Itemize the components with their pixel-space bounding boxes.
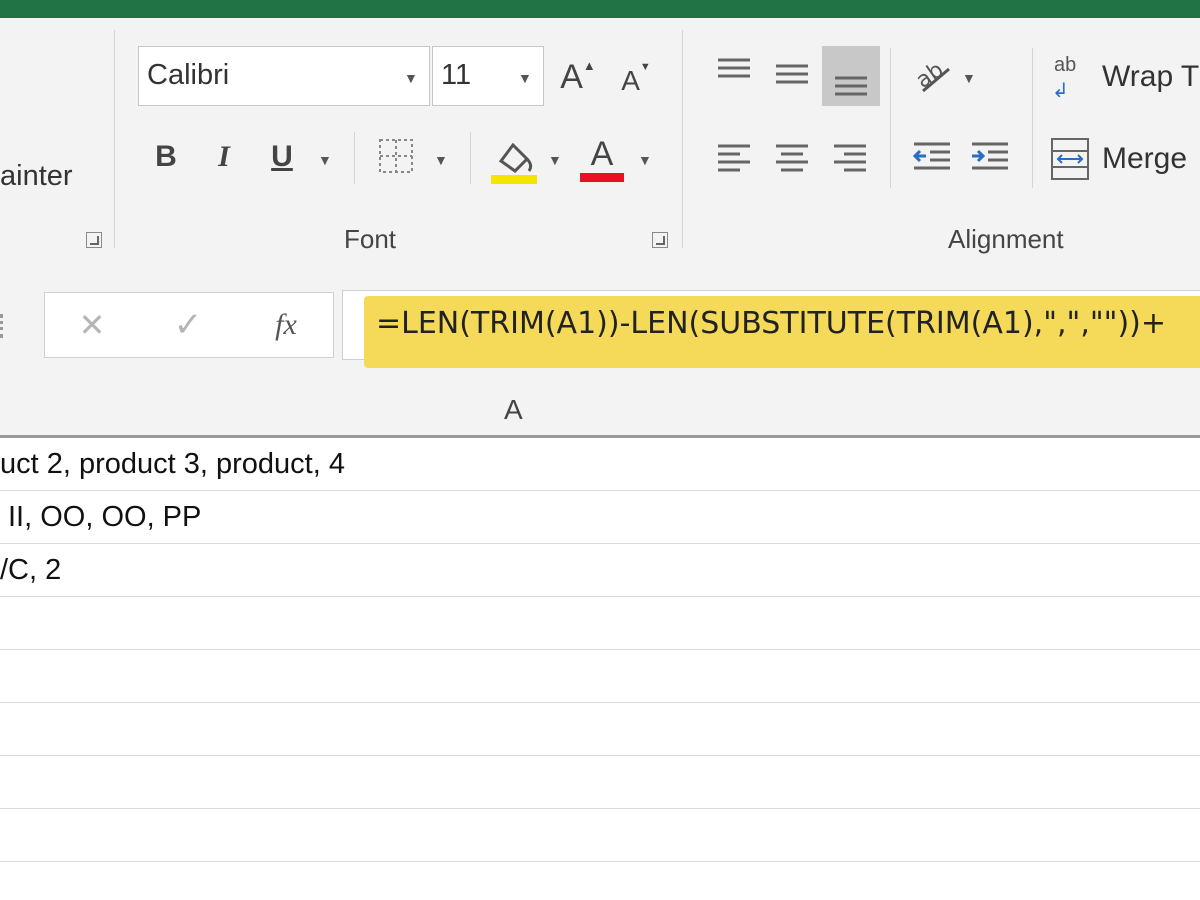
grow-font-caret: ▲ (582, 57, 596, 73)
table-row[interactable]: uct 2, product 3, product, 4 (0, 438, 1200, 491)
table-row[interactable] (0, 597, 1200, 650)
font-name-value: Calibri (147, 59, 230, 91)
font-name-dropdown-icon[interactable]: ▼ (404, 70, 418, 86)
paint-bucket-icon (491, 142, 537, 184)
bottom-align-icon (835, 76, 867, 96)
underline-dropdown-icon[interactable]: ▼ (318, 152, 332, 168)
font-name-box[interactable]: Calibri (138, 46, 430, 106)
borders-button[interactable] (376, 136, 416, 176)
table-row[interactable] (0, 703, 1200, 756)
orientation-button[interactable]: ab (906, 48, 960, 98)
increase-indent-button[interactable] (964, 130, 1016, 186)
cancel-entry-button[interactable]: ✕ (66, 300, 118, 350)
title-bar (0, 0, 1200, 18)
clipboard-dialog-launcher[interactable] (86, 232, 102, 248)
align-center-icon (776, 144, 808, 172)
font-color-dropdown-icon[interactable]: ▼ (638, 152, 652, 168)
formula-input[interactable]: =LEN(TRIM(A1))-LEN(SUBSTITUTE(TRIM(A1),"… (376, 306, 1166, 341)
merge-center-button[interactable]: Merge (1050, 132, 1200, 186)
bottom-align-button[interactable] (822, 46, 880, 106)
align-right-button[interactable] (824, 130, 876, 186)
check-icon: ✓ (173, 306, 203, 344)
shrink-font-icon: A (621, 65, 640, 96)
grow-font-button[interactable]: A ▲ (556, 52, 600, 102)
increase-indent-icon (972, 142, 1008, 170)
font-color-swatch (580, 172, 624, 182)
font-size-dropdown-icon[interactable]: ▼ (518, 70, 532, 86)
table-row[interactable]: /C, 2 (0, 544, 1200, 597)
align-right-icon (834, 144, 866, 172)
top-align-icon (718, 58, 750, 78)
grow-font-icon: A (560, 57, 583, 96)
wrap-text-button[interactable]: ab ↲ Wrap T (1050, 50, 1200, 104)
table-row[interactable] (0, 756, 1200, 809)
middle-align-icon (776, 64, 808, 84)
format-painter-label[interactable]: ainter (0, 160, 73, 193)
top-align-button[interactable] (708, 44, 760, 100)
group-separator (114, 30, 115, 248)
group-separator-font (682, 30, 683, 248)
font-size-value: 11 (441, 59, 472, 91)
align-left-icon (718, 144, 750, 172)
fill-color-dropdown-icon[interactable]: ▼ (548, 152, 562, 168)
alignment-group-label: Alignment (948, 224, 1064, 254)
italic-button[interactable]: I (204, 134, 244, 180)
bold-button[interactable]: B (146, 134, 186, 180)
wrap-text-label: Wrap T (1102, 60, 1200, 93)
align-left-button[interactable] (708, 130, 760, 186)
align-center-button[interactable] (766, 130, 818, 186)
cell-a1[interactable]: uct 2, product 3, product, 4 (0, 448, 345, 481)
cancel-icon: ✕ (78, 307, 106, 343)
decrease-indent-button[interactable] (906, 130, 958, 186)
orientation-dropdown-icon[interactable]: ▼ (962, 70, 976, 86)
ribbon: ainter Calibri ▼ 11 ▼ A ▲ A ▼ B I U ▼ ▼ (0, 18, 1200, 263)
merge-center-icon (1051, 138, 1089, 180)
table-row[interactable]: II, OO, OO, PP (0, 491, 1200, 544)
font-group-label: Font (344, 224, 397, 254)
borders-icon (379, 139, 413, 173)
formula-bar-grip-icon[interactable] (0, 314, 9, 338)
shrink-font-button[interactable]: A ▼ (614, 56, 658, 106)
shrink-font-caret: ▼ (639, 61, 651, 73)
wrap-text-icon: ab ↲ (1052, 54, 1077, 102)
enter-entry-button[interactable]: ✓ (162, 300, 214, 350)
italic-icon: I (218, 140, 230, 173)
table-row[interactable] (0, 650, 1200, 703)
fx-icon: fx (275, 308, 297, 341)
alignment-inner-separator-2 (1032, 48, 1033, 188)
cell-a2[interactable]: II, OO, OO, PP (8, 501, 201, 534)
font-color-icon: A (590, 134, 614, 173)
underline-button[interactable]: U (262, 134, 302, 180)
font-inner-separator-2 (470, 132, 471, 184)
bold-icon: B (155, 140, 177, 173)
table-row[interactable] (0, 847, 1200, 900)
font-color-button[interactable]: A (578, 130, 626, 186)
font-dialog-launcher[interactable] (652, 232, 668, 248)
underline-icon: U (271, 140, 293, 173)
font-inner-separator (354, 132, 355, 184)
merge-center-label: Merge (1102, 142, 1188, 175)
borders-dropdown-icon[interactable]: ▼ (434, 152, 448, 168)
orientation-icon: ab (912, 57, 950, 94)
cell-a3[interactable]: /C, 2 (0, 554, 61, 587)
insert-function-button[interactable]: fx (258, 300, 314, 350)
alignment-inner-separator (890, 48, 891, 188)
decrease-indent-icon (912, 142, 950, 170)
fill-color-swatch (491, 175, 537, 184)
column-header-a[interactable]: A (504, 394, 523, 426)
middle-align-button[interactable] (766, 44, 818, 100)
fill-color-button[interactable] (490, 130, 538, 186)
column-header-row: A (0, 382, 1200, 438)
